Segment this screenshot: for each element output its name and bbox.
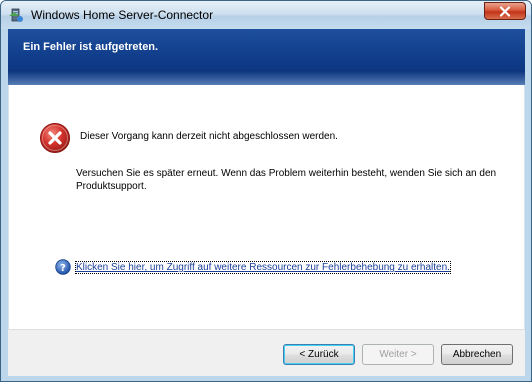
error-message: Dieser Vorgang kann derzeit nicht abgesc…	[80, 131, 338, 142]
title-bar[interactable]: Windows Home Server-Connector	[1, 1, 531, 29]
help-link[interactable]: Klicken Sie hier, um Zugriff auf weitere…	[75, 261, 451, 274]
help-icon: ?	[55, 259, 71, 275]
cancel-button[interactable]: Abbrechen	[441, 344, 513, 365]
next-button[interactable]: Weiter >	[362, 344, 434, 365]
detail-message: Versuchen Sie es später erneut. Wenn das…	[76, 168, 497, 192]
svg-text:?: ?	[60, 263, 66, 274]
error-icon	[39, 122, 71, 154]
back-button[interactable]: < Zurück	[283, 344, 355, 365]
close-button[interactable]	[484, 2, 526, 20]
dialog-window: Windows Home Server-Connector Ein Fehler…	[0, 0, 532, 382]
content-area: Dieser Vorgang kann derzeit nicht abgesc…	[8, 85, 525, 329]
close-icon	[499, 6, 511, 17]
home-server-icon	[8, 7, 24, 23]
banner-title: Ein Fehler ist aufgetreten.	[23, 41, 159, 53]
button-bar: < Zurück Weiter > Abbrechen	[8, 329, 525, 376]
window-title: Windows Home Server-Connector	[31, 8, 214, 22]
header-banner: Ein Fehler ist aufgetreten.	[8, 29, 525, 85]
